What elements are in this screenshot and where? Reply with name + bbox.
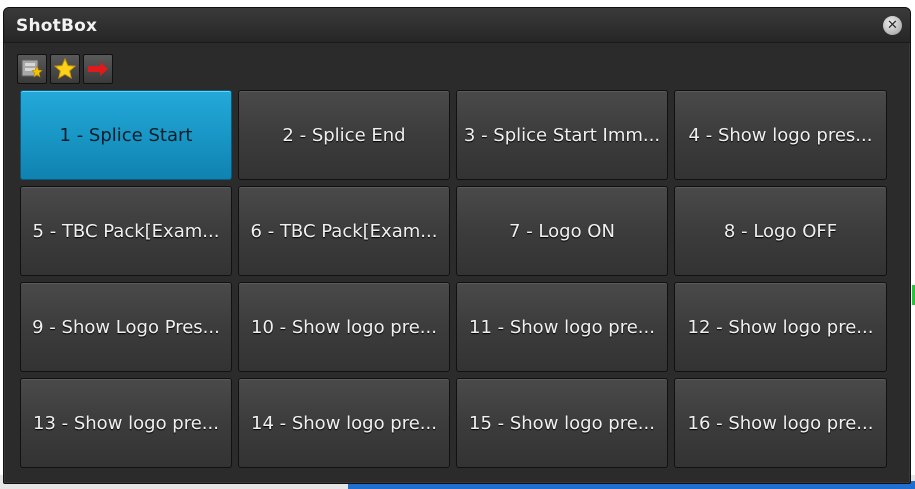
favorite-button[interactable] [50, 54, 80, 84]
shot-grid: 1 - Splice Start 2 - Splice End 3 - Splice… [20, 90, 887, 468]
shot-button-12[interactable]: 12 - Show logo pre... [674, 282, 887, 372]
close-icon[interactable]: ✕ [883, 16, 902, 35]
shot-button-2[interactable]: 2 - Splice End [238, 90, 450, 180]
shot-button-11[interactable]: 11 - Show logo pre... [456, 282, 668, 372]
shot-button-9[interactable]: 9 - Show Logo Pres... [20, 282, 232, 372]
shot-button-3[interactable]: 3 - Splice Start Imm... [456, 90, 668, 180]
shotbox-window: ShotBox ✕ 1 - Splice Start 2 - Splice End… [3, 7, 911, 484]
shot-button-14[interactable]: 14 - Show logo pre... [238, 378, 450, 468]
star-icon [53, 57, 77, 80]
shot-button-16[interactable]: 16 - Show logo pre... [674, 378, 887, 468]
shot-button-8[interactable]: 8 - Logo OFF [674, 186, 887, 276]
take-button[interactable] [83, 54, 113, 84]
settings-sparkle-icon [21, 59, 43, 78]
toolbar [17, 54, 113, 84]
shot-button-7[interactable]: 7 - Logo ON [456, 186, 668, 276]
window-title: ShotBox [16, 16, 98, 36]
settings-sparkle-button[interactable] [17, 54, 47, 84]
title-bar[interactable]: ShotBox ✕ [4, 8, 910, 43]
shot-button-10[interactable]: 10 - Show logo pre... [238, 282, 450, 372]
shot-button-1[interactable]: 1 - Splice Start [20, 90, 232, 180]
shot-button-6[interactable]: 6 - TBC Pack[Exam... [238, 186, 450, 276]
shot-button-15[interactable]: 15 - Show logo pre... [456, 378, 668, 468]
red-arrow-right-icon [88, 62, 108, 76]
shot-button-5[interactable]: 5 - TBC Pack[Exam... [20, 186, 232, 276]
shot-button-4[interactable]: 4 - Show logo pres... [674, 90, 887, 180]
shot-button-13[interactable]: 13 - Show logo pre... [20, 378, 232, 468]
